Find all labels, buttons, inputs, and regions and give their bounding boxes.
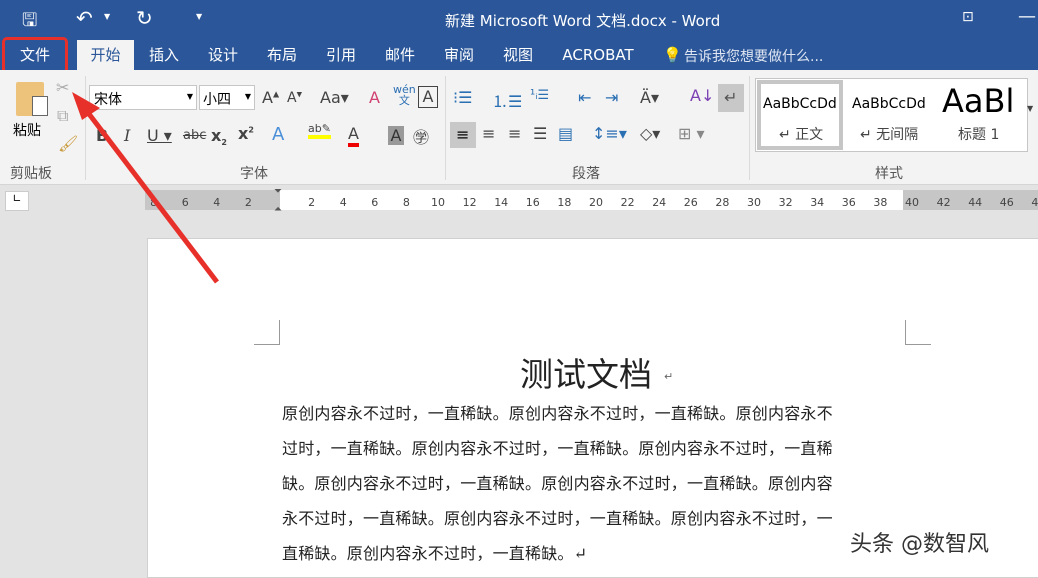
- annotation-arrow: [72, 92, 219, 284]
- watermark: 头条 @数智风: [850, 532, 989, 557]
